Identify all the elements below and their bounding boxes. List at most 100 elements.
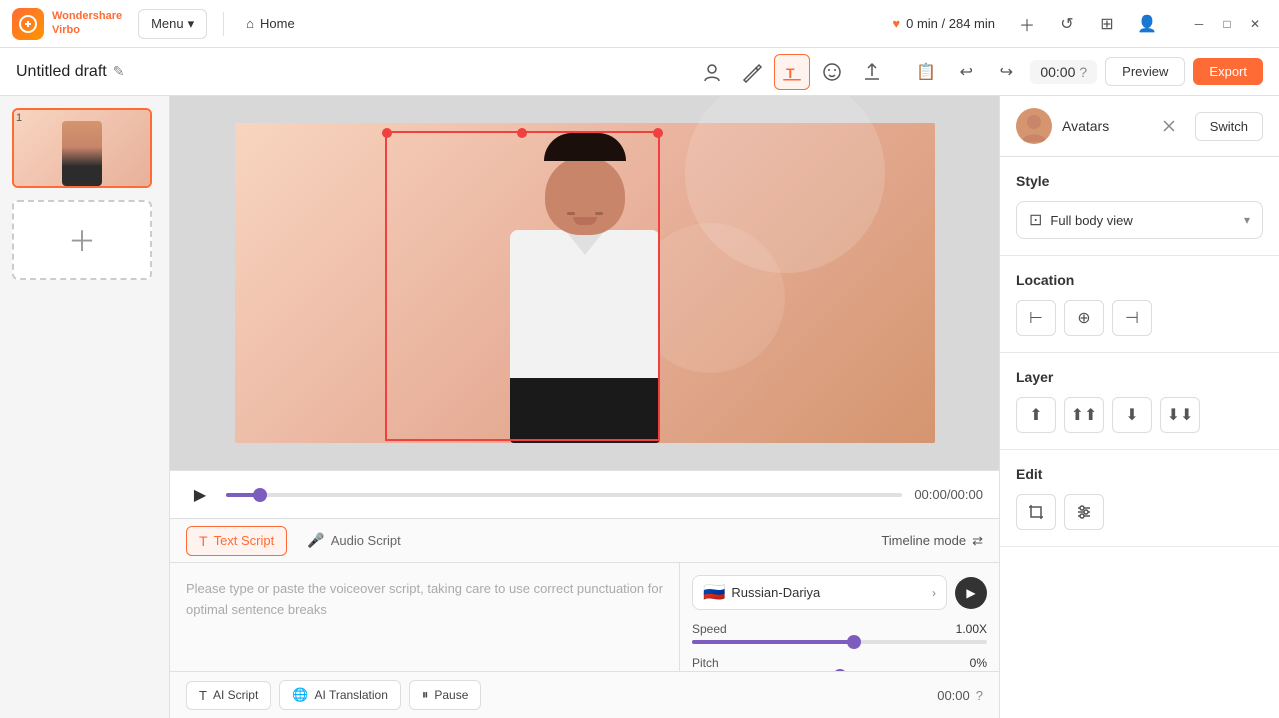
help-icon[interactable]: ? bbox=[1079, 64, 1087, 80]
handle-tl[interactable] bbox=[382, 128, 392, 138]
avatar-shirt bbox=[510, 230, 660, 378]
edit-title-icon[interactable]: ✎ bbox=[113, 63, 125, 80]
bring-forward-button[interactable]: ⬆ bbox=[1016, 397, 1056, 433]
send-to-back-button[interactable]: ⬇⬇ bbox=[1160, 397, 1200, 433]
redo-icon[interactable]: ↪ bbox=[990, 56, 1022, 88]
layer-icons: ⬆ ⬆⬆ ⬇ ⬇⬇ bbox=[1016, 397, 1263, 433]
edit-title: Edit bbox=[1016, 466, 1263, 482]
delete-avatar-button[interactable] bbox=[1153, 110, 1185, 142]
svg-text:T: T bbox=[786, 65, 795, 81]
align-center-button[interactable]: ⊕ bbox=[1064, 300, 1104, 336]
timeline-icon: ⇄ bbox=[972, 533, 983, 549]
pause-button[interactable]: ⏸ Pause bbox=[409, 680, 482, 710]
progress-fill bbox=[226, 493, 260, 497]
speed-slider[interactable] bbox=[692, 640, 987, 644]
topbar-icons: ＋ ↺ ⊞ 👤 bbox=[1011, 8, 1163, 40]
text-script-pane[interactable]: Please type or paste the voiceover scrip… bbox=[170, 563, 679, 671]
preview-button[interactable]: Preview bbox=[1105, 57, 1185, 86]
switch-avatar-button[interactable]: Switch bbox=[1195, 112, 1263, 141]
close-button[interactable]: ✕ bbox=[1243, 12, 1267, 36]
chevron-down-icon: ▾ bbox=[1244, 213, 1250, 227]
script-content: Please type or paste the voiceover scrip… bbox=[170, 563, 999, 671]
slide-item[interactable]: 1 bbox=[12, 108, 157, 188]
ai-script-button[interactable]: T AI Script bbox=[186, 681, 271, 710]
slide-thumbnail[interactable] bbox=[12, 108, 152, 188]
brush-tool[interactable] bbox=[734, 54, 770, 90]
chevron-right-icon: › bbox=[932, 586, 936, 600]
progress-bar[interactable] bbox=[226, 493, 902, 497]
upload-tool[interactable] bbox=[854, 54, 890, 90]
home-button[interactable]: ⌂ Home bbox=[240, 10, 301, 37]
pitch-param: Pitch 0% bbox=[692, 656, 987, 671]
voice-name: Russian-Dariya bbox=[731, 585, 926, 600]
canvas-area: ▶ 00:00/00:00 T Text Script 🎤 Audio Scri… bbox=[170, 96, 999, 718]
draft-title: Untitled draft ✎ bbox=[16, 63, 124, 81]
pause-icon: ⏸ bbox=[422, 687, 429, 703]
maximize-button[interactable]: □ bbox=[1215, 12, 1239, 36]
avatar-head bbox=[545, 156, 625, 235]
history-icon[interactable]: ↺ bbox=[1051, 8, 1083, 40]
main-layout: 1 ＋ bbox=[0, 96, 1279, 718]
play-button[interactable]: ▶ bbox=[186, 481, 214, 509]
avatar-header: Avatars Switch bbox=[1000, 96, 1279, 157]
credits-display: ♥ 0 min / 284 min bbox=[892, 16, 995, 31]
avatar-thumbnail bbox=[1016, 108, 1052, 144]
tab-text-script[interactable]: T Text Script bbox=[186, 526, 287, 556]
text-tab-icon: T bbox=[199, 533, 208, 549]
bottom-toolbar: T AI Script 🌐 AI Translation ⏸ Pause 00:… bbox=[170, 671, 999, 718]
bottom-time: 00:00 ? bbox=[937, 688, 983, 703]
toolbar-icons: T bbox=[694, 54, 890, 90]
align-left-button[interactable]: ⊢ bbox=[1016, 300, 1056, 336]
logo: Wondershare Virbo bbox=[12, 8, 122, 40]
crop-button[interactable] bbox=[1016, 494, 1056, 530]
script-tabs: T Text Script 🎤 Audio Script Timeline mo… bbox=[170, 519, 999, 563]
script-area: T Text Script 🎤 Audio Script Timeline mo… bbox=[170, 518, 999, 718]
add-icon[interactable]: ＋ bbox=[1011, 8, 1043, 40]
voice-selector[interactable]: 🇷🇺 Russian-Dariya › bbox=[692, 575, 947, 610]
timeline-mode-toggle[interactable]: Timeline mode ⇄ bbox=[881, 533, 983, 549]
clipboard-icon[interactable]: 📋 bbox=[910, 56, 942, 88]
minimize-button[interactable]: ─ bbox=[1187, 12, 1211, 36]
canvas-container bbox=[170, 96, 999, 470]
layer-title: Layer bbox=[1016, 369, 1263, 385]
add-slide-button[interactable]: ＋ bbox=[12, 200, 152, 280]
adjust-button[interactable] bbox=[1064, 494, 1104, 530]
grid-icon[interactable]: ⊞ bbox=[1091, 8, 1123, 40]
time-display: 00:00 ? bbox=[1030, 60, 1097, 84]
speed-param: Speed 1.00X bbox=[692, 622, 987, 644]
style-view-icon: ⊡ bbox=[1029, 210, 1042, 230]
avatar-figure bbox=[455, 133, 715, 443]
undo-icon[interactable]: ↩ bbox=[950, 56, 982, 88]
script-placeholder: Please type or paste the voiceover scrip… bbox=[186, 579, 663, 621]
align-right-button[interactable]: ⊣ bbox=[1112, 300, 1152, 336]
export-button[interactable]: Export bbox=[1193, 58, 1263, 85]
logo-name: Wondershare bbox=[52, 10, 122, 23]
avatar-pants bbox=[510, 378, 660, 443]
location-icons: ⊢ ⊕ ⊣ bbox=[1016, 300, 1263, 336]
divider bbox=[223, 12, 224, 36]
toolbar-right: 📋 ↩ ↪ 00:00 ? Preview Export bbox=[910, 56, 1263, 88]
right-panel: Avatars Switch Style ⊡ Full body view ▾ … bbox=[999, 96, 1279, 718]
time-counter: 00:00/00:00 bbox=[914, 487, 983, 502]
audio-tab-icon: 🎤 bbox=[307, 532, 324, 549]
avatar-tool[interactable] bbox=[694, 54, 730, 90]
tab-audio-script[interactable]: 🎤 Audio Script bbox=[295, 526, 413, 555]
text-tool[interactable]: T bbox=[774, 54, 810, 90]
emoji-tool[interactable] bbox=[814, 54, 850, 90]
menu-button[interactable]: Menu ▾ bbox=[138, 9, 207, 39]
layer-section: Layer ⬆ ⬆⬆ ⬇ ⬇⬇ bbox=[1000, 353, 1279, 450]
play-voice-button[interactable]: ▶ bbox=[955, 577, 987, 609]
flag-icon: 🇷🇺 bbox=[703, 582, 725, 603]
slide-avatar-mini bbox=[62, 121, 102, 186]
ai-translation-icon: 🌐 bbox=[292, 687, 308, 703]
playback-bar: ▶ 00:00/00:00 bbox=[170, 470, 999, 518]
style-dropdown[interactable]: ⊡ Full body view ▾ bbox=[1016, 201, 1263, 239]
send-backward-button[interactable]: ⬇ bbox=[1112, 397, 1152, 433]
audio-pane: 🇷🇺 Russian-Dariya › ▶ Speed 1.00X bbox=[679, 563, 999, 671]
edit-section: Edit bbox=[1000, 450, 1279, 547]
style-label: Full body view bbox=[1050, 213, 1236, 228]
user-icon[interactable]: 👤 bbox=[1131, 8, 1163, 40]
bring-to-front-button[interactable]: ⬆⬆ bbox=[1064, 397, 1104, 433]
ai-translation-button[interactable]: 🌐 AI Translation bbox=[279, 680, 401, 710]
help-icon2[interactable]: ? bbox=[976, 688, 983, 703]
